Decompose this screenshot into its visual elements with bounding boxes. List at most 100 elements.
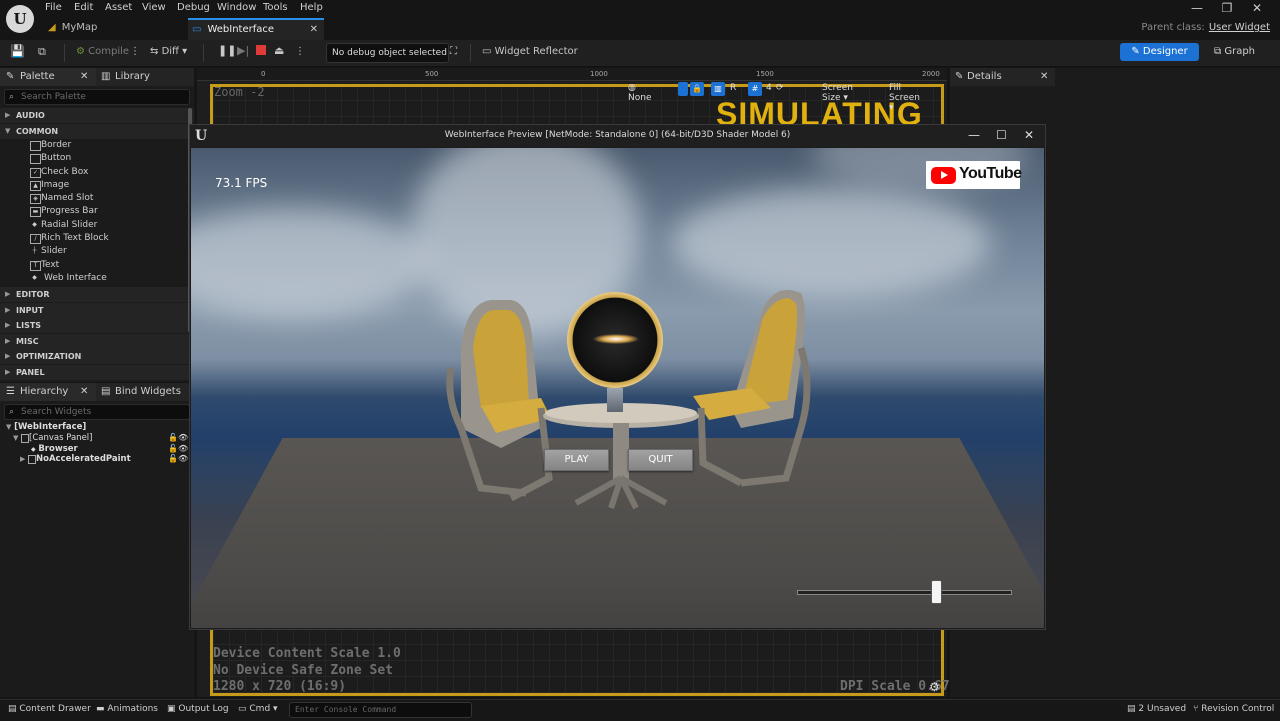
tree-node-canvas-panel[interactable]: ▼ [Canvas Panel]	[13, 433, 92, 443]
pause-icon[interactable]: ❚❚	[218, 44, 236, 57]
category-label: AUDIO	[16, 111, 45, 120]
settings-gear-icon[interactable]: ⚙	[929, 680, 940, 694]
menu-edit[interactable]: Edit	[74, 2, 93, 13]
debug-find-icon[interactable]: ⛶	[450, 46, 457, 57]
category-common[interactable]: ▼ COMMON	[0, 123, 194, 139]
maximize-icon[interactable]: ☐	[996, 128, 1007, 142]
unreal-logo-icon[interactable]: U	[6, 5, 34, 33]
category-misc[interactable]: ▶ MISC	[0, 333, 194, 349]
palette-item-check-box[interactable]: ✓ Check Box	[0, 166, 194, 179]
grid-snap-value[interactable]: 4	[766, 83, 772, 93]
console-input[interactable]: Enter Console Command	[289, 702, 472, 718]
designer-button[interactable]: ✎ Designer	[1120, 43, 1199, 61]
category-lists[interactable]: ▶ LISTS	[0, 318, 194, 334]
category-panel[interactable]: ▶ PANEL	[0, 364, 194, 380]
widget-reflector-button[interactable]: ▭ Widget Reflector	[482, 46, 578, 57]
tab-details[interactable]: ✎ Details ✕	[950, 68, 1055, 86]
palette-item-named-slot[interactable]: ◈ Named Slot	[0, 192, 194, 205]
hierarchy-search-input[interactable]: ⌕ Search Widgets	[4, 404, 190, 420]
category-audio[interactable]: ▶ AUDIO	[0, 108, 194, 123]
cmd-dropdown[interactable]: ▭ Cmd ▾	[238, 704, 278, 714]
graph-button[interactable]: ⧉ Graph	[1214, 46, 1255, 57]
palette-item-slider[interactable]: ┼ Slider	[0, 245, 194, 258]
diff-button[interactable]: ⇆ Diff ▾	[150, 46, 187, 57]
quit-button[interactable]: QUIT	[628, 449, 693, 471]
tab-mymap[interactable]: ◢ MyMap	[48, 18, 168, 38]
compile-options-icon[interactable]: ⋮	[130, 46, 140, 57]
menu-view[interactable]: View	[142, 2, 166, 13]
ruler-tick: 0	[261, 70, 266, 78]
menu-file[interactable]: File	[45, 2, 62, 13]
eject-icon[interactable]: ⏏	[274, 44, 284, 57]
toggle-icon[interactable]	[678, 82, 688, 96]
tab-webinterface[interactable]: ▭ WebInterface ✕	[188, 18, 324, 40]
volume-slider-handle[interactable]	[931, 580, 943, 604]
tab-palette[interactable]: ✎ Palette ✕	[0, 68, 96, 86]
restore-icon[interactable]: ❐	[1212, 1, 1242, 15]
palette-item-progress-bar[interactable]: ▬ Progress Bar	[0, 205, 194, 218]
category-editor[interactable]: ▶ EDITOR	[0, 287, 194, 303]
game-viewport[interactable]: 73.1 FPS YouTube PLAY QUIT	[191, 148, 1044, 628]
compile-button[interactable]: ⚙ Compile	[76, 46, 129, 57]
category-optimization[interactable]: ▶ OPTIMIZATION	[0, 349, 194, 365]
screen-size-dropdown[interactable]: Screen Size ▾	[822, 83, 853, 103]
menu-debug[interactable]: Debug	[177, 2, 210, 13]
content-drawer-button[interactable]: ▤ Content Drawer	[8, 704, 91, 714]
parent-class-link[interactable]: User Widget	[1209, 22, 1270, 33]
play-button[interactable]: PLAY	[544, 449, 609, 471]
minimize-icon[interactable]: —	[968, 128, 980, 142]
output-log-button[interactable]: ▣ Output Log	[167, 704, 229, 714]
palette-item-text[interactable]: T Text	[0, 259, 194, 272]
details-close-icon[interactable]: ✕	[1040, 71, 1048, 82]
tab-close-icon[interactable]: ✕	[310, 20, 318, 40]
palette-item-button[interactable]: Button	[0, 152, 194, 165]
tree-node-browser[interactable]: ◆ Browser	[31, 444, 78, 454]
preview-title-bar[interactable]: U WebInterface Preview [NetMode: Standal…	[190, 125, 1045, 147]
rotate-icon[interactable]: ⟳	[776, 83, 784, 93]
browse-icon[interactable]: ⧉	[38, 45, 46, 59]
layout-icon[interactable]: ▥	[711, 82, 725, 96]
palette-close-icon[interactable]: ✕	[80, 71, 88, 82]
palette-item-radial-slider[interactable]: ◆ Radial Slider	[0, 219, 194, 232]
palette-item-rich-text-block[interactable]: / Rich Text Block	[0, 232, 194, 245]
menu-help[interactable]: Help	[300, 2, 323, 13]
stop-icon[interactable]	[256, 45, 266, 55]
close-icon[interactable]: ✕	[1242, 1, 1272, 15]
save-icon[interactable]: 💾	[10, 44, 25, 58]
collapsed-arrow-icon: ▶	[5, 305, 11, 314]
visibility-icon[interactable]: 🔓👁	[168, 454, 188, 463]
youtube-logo[interactable]: YouTube	[926, 161, 1022, 189]
palette-item-border[interactable]: Border	[0, 139, 194, 152]
debug-object-select[interactable]: No debug object selected ▾	[326, 43, 449, 76]
visibility-icon[interactable]: 🔓👁	[168, 444, 188, 453]
grid-icon[interactable]: #	[748, 82, 762, 96]
unsaved-button[interactable]: ▤ 2 Unsaved	[1127, 704, 1186, 714]
animations-button[interactable]: ▬ Animations	[96, 704, 158, 714]
play-options-icon[interactable]: ⋮	[295, 46, 305, 57]
palette-search-input[interactable]: ⌕ Search Palette	[4, 89, 190, 105]
palette-item-web-interface[interactable]: ◆ Web Interface	[0, 272, 194, 285]
step-icon[interactable]: ▶|	[237, 44, 249, 57]
tree-node-webinterface[interactable]: ▼ [WebInterface]	[6, 422, 86, 432]
tab-library[interactable]: ▥ Library	[96, 68, 186, 86]
details-icon: ✎	[955, 71, 964, 82]
tab-bind-widgets[interactable]: ▤ Bind Widgets	[96, 383, 192, 401]
locale-button[interactable]: ◍ None	[628, 83, 651, 103]
menu-tools[interactable]: Tools	[263, 2, 288, 13]
tab-hierarchy[interactable]: ☰ Hierarchy ✕	[0, 383, 96, 401]
collapsed-arrow-icon: ▶	[5, 352, 11, 361]
menu-window[interactable]: Window	[217, 2, 256, 13]
category-input[interactable]: ▶ INPUT	[0, 302, 194, 318]
volume-slider-track[interactable]	[797, 590, 1012, 595]
palette-item-image[interactable]: ▲ Image	[0, 179, 194, 192]
fill-screen-dropdown[interactable]: Fill Screen ▾	[889, 83, 920, 113]
tree-node-noacceleratedpaint[interactable]: ▶ NoAcceleratedPaint	[20, 454, 131, 464]
minimize-icon[interactable]: —	[1182, 1, 1212, 15]
hierarchy-close-icon[interactable]: ✕	[80, 386, 88, 397]
lock-icon[interactable]: 🔓👁	[168, 433, 188, 442]
respect-locks-button[interactable]: R	[730, 83, 736, 93]
menu-asset[interactable]: Asset	[105, 2, 132, 13]
lock-icon[interactable]: 🔒	[690, 82, 704, 96]
revision-control-button[interactable]: ⑂ Revision Control	[1193, 704, 1274, 714]
close-icon[interactable]: ✕	[1024, 128, 1034, 142]
